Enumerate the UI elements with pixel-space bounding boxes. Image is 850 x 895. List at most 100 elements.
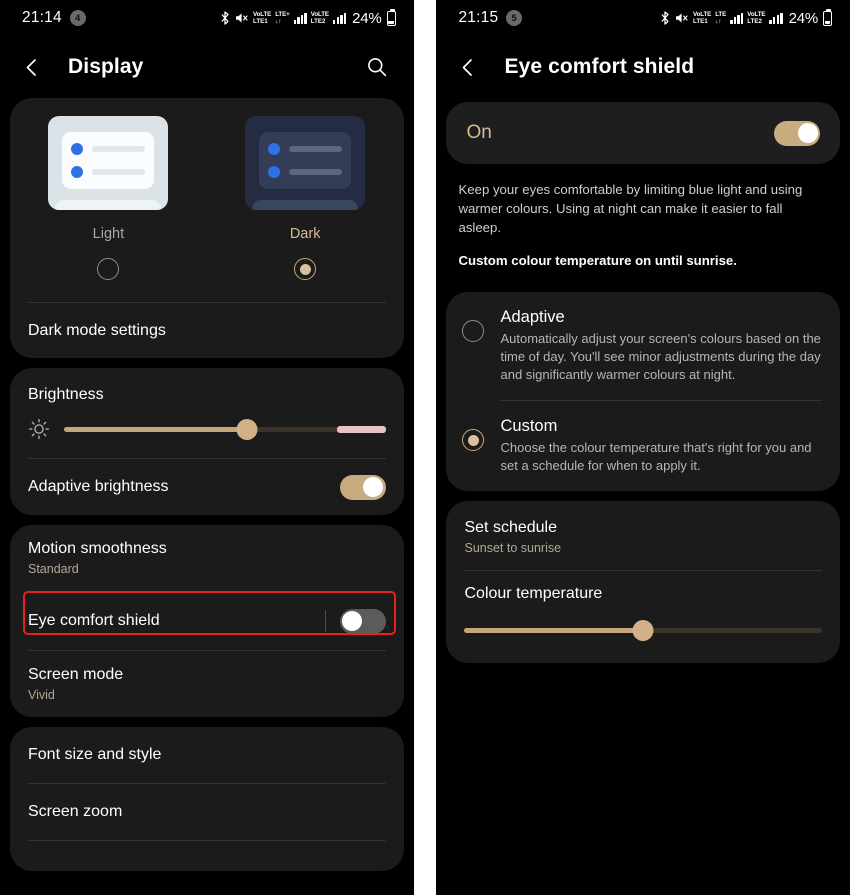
row-font-size-and-style[interactable]: Font size and style [10, 727, 404, 783]
signal-bars-sim2-icon [332, 12, 347, 24]
signal-bars-sim1-icon [730, 12, 744, 24]
theme-thumbnail-light [48, 116, 169, 210]
back-arrow-icon[interactable] [22, 50, 56, 84]
colour-temperature-slider-knob[interactable] [632, 619, 654, 641]
radio-adaptive[interactable] [462, 320, 485, 342]
theme-option-light[interactable]: Light [10, 116, 207, 284]
bluetooth-icon [659, 11, 671, 25]
theme-thumbnail-dark [245, 116, 366, 210]
toggle-divider [324, 610, 326, 632]
row-label: Set schedule [464, 519, 557, 536]
font-and-zoom-card: Font size and style Screen zoom [10, 727, 404, 871]
row-label: Motion smoothness [28, 540, 167, 557]
theme-card: Light Dark Dark mode settings [10, 98, 404, 358]
app-bar-display: Display [0, 36, 414, 98]
row-adaptive-brightness[interactable]: Adaptive brightness [10, 459, 404, 515]
brightness-slider[interactable] [64, 418, 386, 440]
master-toggle-card[interactable]: On [446, 102, 840, 164]
battery-icon [823, 8, 832, 26]
eye-comfort-shield-toggle[interactable] [339, 608, 386, 634]
colour-temperature-title: Colour temperature [464, 585, 603, 602]
brightness-pink-segment [337, 425, 386, 433]
schedule-and-temperature-card: Set schedule Sunset to sunrise Colour te… [446, 501, 840, 663]
bluetooth-icon [219, 11, 231, 25]
row-label: Dark mode settings [28, 321, 166, 339]
row-screen-zoom[interactable]: Screen zoom [10, 784, 404, 840]
row-sublabel: Standard [28, 562, 79, 576]
theme-radio-dark[interactable] [294, 258, 317, 280]
brightness-title: Brightness [28, 386, 104, 403]
row-partially-visible[interactable] [10, 841, 404, 871]
row-eye-comfort-shield[interactable]: Eye comfort shield [10, 592, 404, 650]
row-label: Adaptive brightness [28, 478, 169, 495]
colour-temperature-slider-row[interactable] [446, 603, 840, 663]
signal-bars-sim2-icon [769, 12, 783, 24]
battery-percent: 24% [352, 9, 382, 27]
status-bar: 21:15 5 VoLTE LTE1 LTE ↓↑ VoLTE LTE2 24% [436, 0, 850, 36]
row-label: Screen zoom [28, 803, 123, 820]
theme-label-dark: Dark [289, 226, 321, 242]
adaptive-brightness-toggle[interactable] [339, 474, 386, 500]
mute-icon [235, 11, 249, 25]
page-title: Display [68, 55, 144, 78]
status-bar-left: 21:15 5 [458, 9, 523, 27]
volte-sim2-icon: VoLTE LTE2 [310, 10, 329, 26]
radio-custom[interactable] [462, 429, 485, 451]
volte-sim1-icon: VoLTE LTE1 [693, 10, 712, 26]
row-sublabel: Sunset to sunrise [464, 541, 562, 555]
theme-radio-light[interactable] [97, 258, 120, 280]
network-type-icon: LTE ↓↑ [715, 10, 727, 26]
dual-screenshot: 21:14 4 VoLTE LTE1 LTE+ ↓↑ VoLTE LTE2 24… [0, 0, 850, 895]
row-label: Screen mode [28, 666, 124, 683]
option-description: Choose the colour temperature that's rig… [500, 440, 812, 473]
option-title: Custom [500, 417, 558, 435]
row-label: Font size and style [28, 746, 162, 763]
back-arrow-icon[interactable] [458, 50, 492, 84]
row-set-schedule[interactable]: Set schedule Sunset to sunrise [446, 501, 840, 570]
status-bar-left: 21:14 4 [22, 9, 86, 27]
phone-screen-display: 21:14 4 VoLTE LTE1 LTE+ ↓↑ VoLTE LTE2 24… [0, 0, 414, 895]
feature-description: Keep your eyes comfortable by limiting b… [458, 182, 803, 235]
network-type-icon: LTE+ ↓↑ [275, 10, 290, 26]
theme-option-dark[interactable]: Dark [207, 116, 404, 284]
row-motion-smoothness[interactable]: Motion smoothness Standard [10, 525, 404, 591]
clock: 21:14 [22, 9, 62, 26]
battery-percent: 24% [788, 9, 819, 27]
notification-count-badge: 5 [506, 10, 523, 26]
volte-sim2-icon: VoLTE LTE2 [747, 10, 766, 26]
colour-temperature-slider[interactable] [464, 619, 822, 641]
thumb-dot-icon [71, 166, 84, 178]
master-toggle[interactable] [774, 120, 820, 146]
option-title: Adaptive [500, 308, 565, 326]
status-bar-right: VoLTE LTE1 LTE ↓↑ VoLTE LTE2 24% [659, 8, 832, 27]
volte-sim1-icon: VoLTE LTE1 [253, 10, 272, 26]
option-adaptive[interactable]: Adaptive Automatically adjust your scree… [446, 292, 840, 400]
brightness-sun-icon [28, 418, 50, 440]
mute-icon [675, 11, 689, 25]
option-custom[interactable]: Custom Choose the colour temperature tha… [446, 401, 840, 491]
battery-icon [386, 8, 396, 26]
signal-bars-sim1-icon [293, 12, 307, 24]
display-options-card: Motion smoothness Standard Eye comfort s… [10, 525, 404, 717]
search-icon[interactable] [360, 50, 394, 84]
status-bar-right: VoLTE LTE1 LTE+ ↓↑ VoLTE LTE2 24% [219, 8, 396, 27]
theme-chooser: Light Dark [10, 98, 404, 288]
mode-options-card: Adaptive Automatically adjust your scree… [446, 292, 840, 491]
option-description: Automatically adjust your screen's colou… [500, 331, 821, 382]
thumb-dot-icon [268, 166, 281, 178]
phone-screen-eye-comfort: 21:15 5 VoLTE LTE1 LTE ↓↑ VoLTE LTE2 24%… [436, 0, 850, 895]
clock: 21:15 [458, 9, 499, 26]
app-bar-eye-comfort: Eye comfort shield [436, 36, 850, 98]
brightness-card: Brightness Adaptive brightness [10, 368, 404, 515]
feature-status-note: Custom colour temperature on until sunri… [458, 253, 737, 268]
row-label: Eye comfort shield [28, 612, 160, 629]
notification-count-badge: 4 [69, 10, 86, 26]
row-dark-mode-settings[interactable]: Dark mode settings [10, 303, 404, 358]
brightness-slider-row[interactable] [10, 404, 404, 458]
thumb-dot-icon [71, 143, 84, 155]
page-title: Eye comfort shield [504, 55, 695, 78]
row-screen-mode[interactable]: Screen mode Vivid [10, 651, 404, 717]
status-bar: 21:14 4 VoLTE LTE1 LTE+ ↓↑ VoLTE LTE2 24… [0, 0, 414, 36]
brightness-slider-knob[interactable] [236, 418, 258, 440]
master-toggle-label: On [466, 122, 492, 143]
